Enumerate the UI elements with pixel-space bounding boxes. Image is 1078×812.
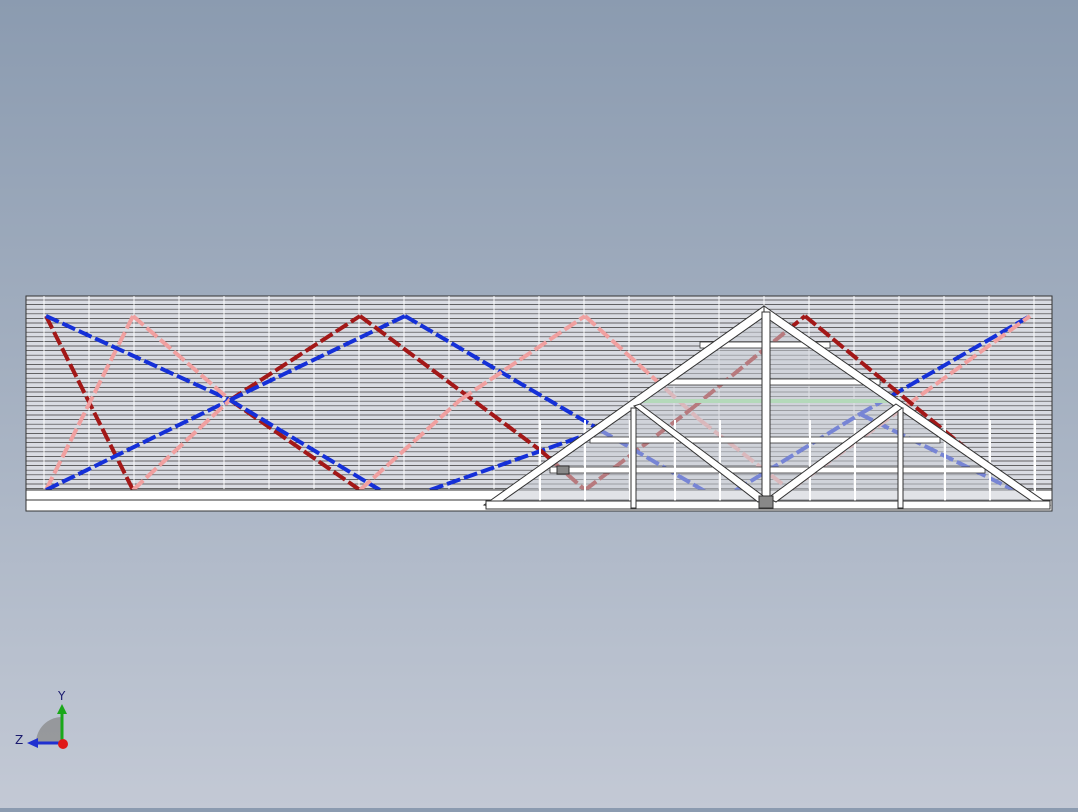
strut-left: [630, 407, 637, 509]
view-triad[interactable]: Y Z: [15, 689, 68, 749]
y-axis-label: Y: [57, 689, 66, 703]
x-axis-point-icon: [58, 739, 68, 749]
strut-right: [897, 407, 904, 509]
triad-quarter-disc: [36, 717, 62, 743]
side-gusset: [556, 465, 570, 475]
z-arrowhead-icon: [27, 738, 38, 748]
cad-viewport[interactable]: Y Z: [0, 0, 1078, 808]
cad-canvas[interactable]: Y Z: [0, 0, 1078, 808]
apex-gusset: [758, 495, 774, 509]
king-post: [761, 311, 771, 507]
z-axis-label: Z: [15, 733, 23, 747]
y-arrowhead-icon: [57, 704, 67, 714]
